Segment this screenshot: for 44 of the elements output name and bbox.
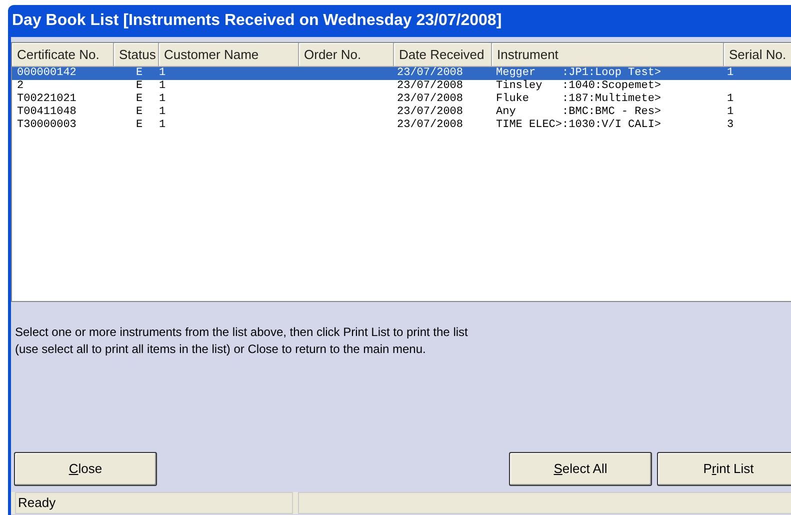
table-cell: 23/07/2008 xyxy=(397,67,464,79)
table-cell: T30000003 xyxy=(17,119,76,131)
table-cell: TIME ELEC>:1030:V/I CALI> xyxy=(496,119,662,131)
table-cell: Fluke :187:Multimete> xyxy=(496,93,662,105)
list-row[interactable]: 000000142 E 1 23/07/2008 Megger :JP1:Loop Test> 1 xyxy=(12,67,791,80)
table-cell: E xyxy=(136,67,143,79)
table-cell: 23/07/2008 xyxy=(397,93,464,105)
instruction-text: Select one or more instruments from the list above, then click Print List to print the list xyxy=(15,324,469,341)
table-cell: 23/07/2008 xyxy=(397,119,464,131)
window-title: Day Book List [Instruments Received on Wednesday 23/07/2008] xyxy=(11,11,503,31)
column-header[interactable]: Certificate No. xyxy=(12,43,114,67)
column-header[interactable]: Instrument xyxy=(492,43,724,67)
table-cell: E xyxy=(136,80,143,92)
table-cell: 1 xyxy=(159,93,166,105)
table-cell: 1 xyxy=(727,93,734,105)
status-text: Ready xyxy=(15,492,293,514)
table-cell: 23/07/2008 xyxy=(397,80,464,92)
table-cell: 1 xyxy=(727,106,734,118)
column-header[interactable]: Customer Name xyxy=(159,43,299,67)
column-header[interactable]: Serial No. xyxy=(724,43,791,67)
table-cell: 000000142 xyxy=(17,67,76,79)
table-cell: Tinsley :1040:Scopemet> xyxy=(496,80,662,92)
table-cell: 1 xyxy=(159,80,166,92)
table-cell: 3 xyxy=(727,119,734,131)
dialog-button[interactable]: Select All xyxy=(509,452,652,486)
table-cell: E xyxy=(136,119,143,131)
table-cell: T00411048 xyxy=(17,106,76,118)
table-cell: Any :BMC:BMC - Res> xyxy=(496,106,662,118)
instruction-text: (use select all to print all items in the list) or Close to return to the main menu. xyxy=(15,341,427,358)
table-cell: 1 xyxy=(159,119,166,131)
dialog-button[interactable]: Print List xyxy=(657,452,791,486)
dialog-button[interactable]: Close xyxy=(14,452,157,486)
column-header[interactable]: Status xyxy=(114,43,159,67)
table-cell: E xyxy=(136,106,143,118)
table-cell: 1 xyxy=(159,106,166,118)
table-cell: 1 xyxy=(159,67,166,79)
table-cell: 23/07/2008 xyxy=(397,106,464,118)
table-cell: 1 xyxy=(727,67,734,79)
column-header[interactable]: Date Received xyxy=(394,43,492,67)
table-cell: 2 xyxy=(17,80,24,92)
table-cell: T00221021 xyxy=(17,93,76,105)
table-cell: E xyxy=(136,93,143,105)
column-header[interactable]: Order No. xyxy=(299,43,394,67)
table-cell: Megger :JP1:Loop Test> xyxy=(496,67,662,79)
